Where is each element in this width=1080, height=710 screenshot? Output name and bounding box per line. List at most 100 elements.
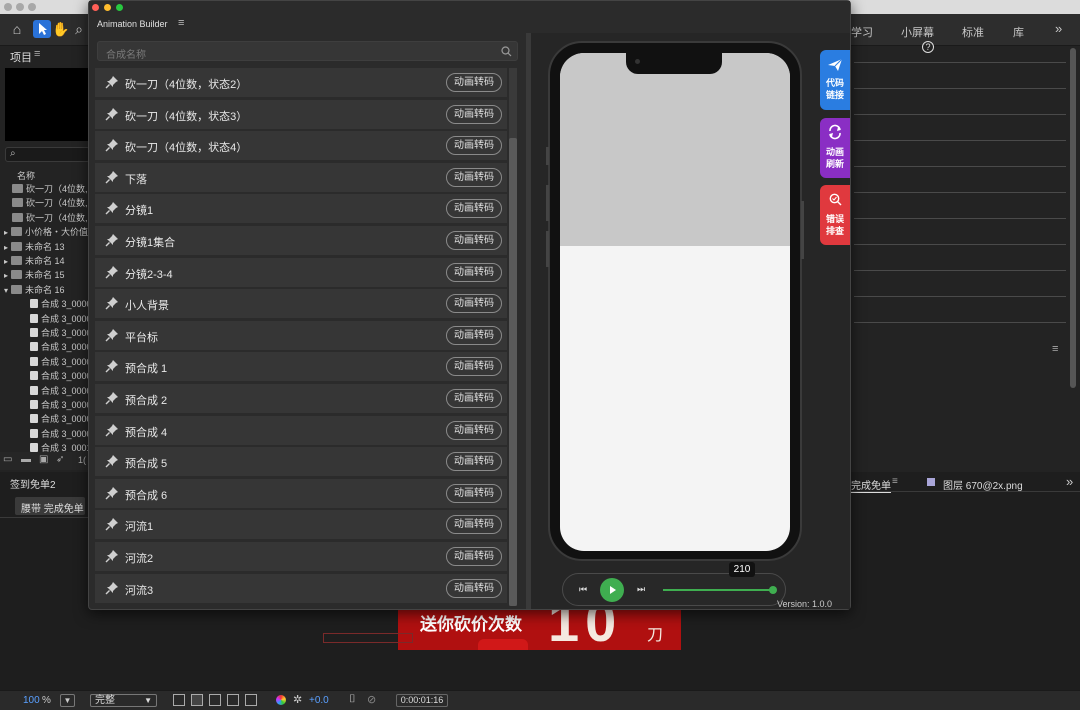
composition-list-item[interactable]: 砍一刀（4位数，状态3） 动画转码 — [95, 99, 507, 130]
project-item[interactable]: ▸ 未命名 13 — [0, 240, 90, 254]
animation-convert-button[interactable]: 动画转码 — [446, 262, 502, 282]
zoom-tool-icon[interactable]: ⌕ — [70, 20, 88, 38]
animation-convert-button[interactable]: 动画转码 — [446, 231, 502, 250]
composition-list-item[interactable]: 下落 动画转码 — [95, 162, 507, 193]
animation-convert-button[interactable]: 动画转码 — [446, 104, 502, 124]
home-icon[interactable]: ⌂ — [8, 20, 26, 38]
region-of-interest-icon[interactable] — [227, 694, 239, 706]
animation-convert-button[interactable]: 动画转码 — [446, 294, 502, 314]
name-column-header[interactable]: 名称 — [17, 169, 35, 182]
project-item[interactable]: 合成 3_0000 — [0, 384, 90, 398]
animation-convert-button[interactable]: 动画转码 — [446, 547, 502, 566]
composition-list-item[interactable]: 预合成 1 动画转码 — [95, 352, 507, 383]
project-item[interactable]: ▸ 未命名 14 — [0, 254, 90, 268]
resolution-select[interactable]: 完整 ▼ — [90, 694, 157, 707]
pin-icon[interactable] — [105, 454, 119, 468]
exposure-icon[interactable]: ✲ — [293, 693, 302, 706]
project-item[interactable]: 砍一刀（4位数, — [0, 182, 90, 196]
error-check-button[interactable]: 错误 排查 — [820, 185, 850, 245]
animation-convert-button[interactable]: 动画转码 — [446, 420, 502, 440]
chevron-right-icon[interactable]: ▸ — [4, 257, 8, 266]
project-item[interactable]: 合成 3_0000 — [0, 427, 90, 441]
composition-list-item[interactable]: 河流3 动画转码 — [95, 573, 507, 604]
list-scrollbar-thumb[interactable] — [509, 138, 517, 606]
project-item[interactable]: 砍一刀（4位数, — [0, 211, 90, 225]
zoom-window-button[interactable] — [28, 3, 36, 11]
pin-icon[interactable] — [105, 233, 119, 247]
pin-icon[interactable] — [105, 517, 119, 531]
list-scrollbar-track[interactable] — [509, 68, 517, 606]
skip-to-start-icon[interactable]: ⏮ — [579, 584, 587, 595]
skip-to-end-icon[interactable]: ⏭ — [637, 584, 645, 595]
minimize-window-button[interactable] — [16, 3, 24, 11]
code-link-button[interactable]: 代码 链接 — [820, 50, 850, 110]
animation-convert-button[interactable]: 动画转码 — [446, 483, 502, 503]
mask-visibility-icon[interactable] — [209, 694, 221, 706]
pin-icon[interactable] — [105, 265, 119, 279]
layer-viewer-tab[interactable]: 图层 670@2x.png — [943, 477, 1023, 492]
comp-tab[interactable]: 腰带 完成免单 — [15, 497, 85, 515]
pin-icon[interactable] — [105, 75, 119, 89]
interpret-footage-icon[interactable]: ▭ — [3, 454, 12, 465]
animation-convert-button[interactable]: 动画转码 — [446, 357, 502, 377]
panel-menu-icon[interactable]: ≡ — [34, 48, 40, 60]
animation-convert-button[interactable]: 动画转码 — [446, 167, 502, 187]
minimize-window-button[interactable] — [104, 4, 111, 11]
animation-convert-button[interactable]: 动画转码 — [446, 199, 502, 219]
exposure-value[interactable]: +0.0 — [309, 695, 329, 706]
bit-depth-label[interactable]: 1( — [78, 455, 86, 465]
search-input[interactable]: 合成名称 — [97, 41, 518, 61]
workspace-tab[interactable]: 库 — [1013, 24, 1024, 40]
chevron-right-icon[interactable]: ▸ — [4, 228, 8, 237]
composition-list-item[interactable]: 砍一刀（4位数，状态4） 动画转码 — [95, 131, 507, 162]
composition-list-item[interactable]: 砍一刀（4位数，状态2） 动画转码 — [95, 68, 507, 98]
project-item[interactable]: 合成 3_0000 — [0, 369, 90, 383]
chevron-down-icon[interactable]: ▾ — [4, 286, 8, 295]
right-panel-scrollbar[interactable] — [1070, 48, 1076, 388]
composition-list-item[interactable]: 预合成 5 动画转码 — [95, 447, 507, 478]
project-item[interactable]: ▾ 未命名 16 — [0, 283, 90, 297]
more-panels-icon[interactable]: » — [1066, 474, 1073, 489]
animation-convert-button[interactable]: 动画转码 — [446, 515, 502, 535]
close-window-button[interactable] — [92, 4, 99, 11]
pin-icon[interactable] — [105, 107, 119, 121]
project-item[interactable]: 合成 3_0000 — [0, 355, 90, 369]
current-time-field[interactable]: 0:00:01:16 — [396, 694, 448, 707]
animation-convert-button[interactable]: 动画转码 — [446, 325, 502, 345]
animation-convert-button[interactable]: 动画转码 — [446, 136, 502, 156]
adobe-media-encoder-icon[interactable]: ➶ — [56, 454, 64, 465]
composition-list-item[interactable]: 分镜2-3-4 动画转码 — [95, 257, 507, 288]
project-item[interactable]: 合成 3_0000 — [0, 312, 90, 326]
composition-list-item[interactable]: 河流2 动画转码 — [95, 542, 507, 572]
composition-list-item[interactable]: 平台标 动画转码 — [95, 320, 507, 351]
close-window-button[interactable] — [4, 3, 12, 11]
composition-list-item[interactable]: 河流1 动画转码 — [95, 510, 507, 541]
zoom-window-button[interactable] — [116, 4, 123, 11]
selection-tool-button[interactable] — [33, 20, 51, 38]
grid-guides-icon[interactable] — [245, 694, 257, 706]
zoom-dropdown-icon[interactable]: ▼ — [60, 694, 75, 707]
pin-icon[interactable] — [105, 138, 119, 152]
composition-list-item[interactable]: 预合成 6 动画转码 — [95, 478, 507, 509]
animation-refresh-button[interactable]: 动画 刷新 — [820, 118, 850, 178]
chevron-right-icon[interactable]: ▸ — [4, 271, 8, 280]
animation-convert-button[interactable]: 动画转码 — [446, 578, 502, 598]
panel-menu-icon[interactable]: ≡ — [892, 476, 898, 487]
animation-convert-button[interactable]: 动画转码 — [446, 73, 502, 92]
pin-icon[interactable] — [105, 581, 119, 595]
more-workspaces-icon[interactable]: » — [1055, 21, 1062, 36]
pin-icon[interactable] — [105, 296, 119, 310]
pin-icon[interactable] — [105, 549, 119, 563]
color-channels-icon[interactable] — [276, 695, 286, 705]
help-icon[interactable]: ? — [922, 41, 934, 53]
zoom-value[interactable]: 100 — [23, 695, 40, 706]
pin-icon[interactable] — [105, 170, 119, 184]
workspace-tab[interactable]: 小屏幕 — [901, 24, 934, 40]
project-item[interactable]: ▸ 未命名 15 — [0, 268, 90, 282]
project-item[interactable]: 合成 3_0000 — [0, 412, 90, 426]
pin-icon[interactable] — [105, 423, 119, 437]
composition-list-item[interactable]: 分镜1 动画转码 — [95, 194, 507, 225]
pin-icon[interactable] — [105, 391, 119, 405]
project-item[interactable]: 砍一刀（4位数, — [0, 196, 90, 210]
hand-tool-icon[interactable]: ✋ — [52, 20, 70, 38]
